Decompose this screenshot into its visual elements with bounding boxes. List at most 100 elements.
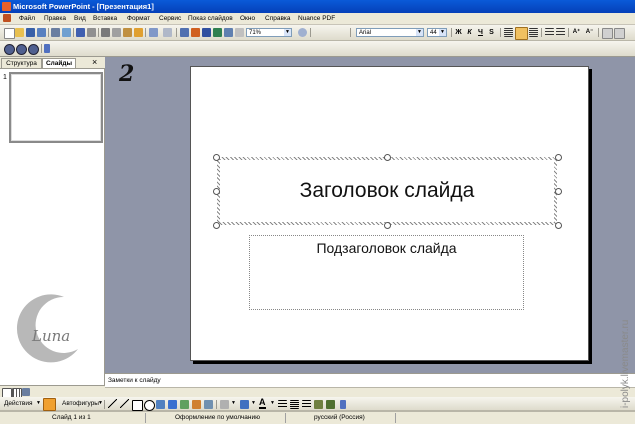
- line-tool-icon[interactable]: [108, 399, 117, 408]
- grid-icon[interactable]: [235, 28, 244, 37]
- select-objects-icon[interactable]: [43, 398, 56, 411]
- menu-help[interactable]: Справка: [265, 15, 291, 22]
- format-painter-icon[interactable]: [134, 28, 143, 37]
- new-icon[interactable]: [4, 28, 15, 39]
- title-placeholder[interactable]: Заголовок слайда: [217, 157, 557, 225]
- slide-thumbnail[interactable]: [9, 72, 103, 143]
- fill-color-icon[interactable]: [220, 400, 229, 409]
- increase-indent-icon[interactable]: [614, 28, 625, 39]
- toolbar-options-icon[interactable]: [340, 400, 346, 409]
- review-next-icon[interactable]: [16, 44, 27, 55]
- redo-icon[interactable]: [163, 28, 172, 37]
- chevron-down-icon: ▼: [439, 29, 446, 36]
- resize-handle[interactable]: [384, 222, 391, 229]
- decrease-font-button[interactable]: A⁻: [585, 28, 594, 37]
- arrow-tool-icon[interactable]: [120, 399, 129, 408]
- autoshapes-menu[interactable]: Автофигуры: [62, 400, 99, 407]
- document-menu-icon[interactable]: [3, 14, 11, 22]
- insert-table-icon[interactable]: [191, 28, 200, 37]
- close-icon[interactable]: ×: [92, 57, 97, 68]
- print-preview-icon[interactable]: [62, 28, 71, 37]
- tab-outline[interactable]: Структура: [1, 58, 42, 68]
- print-icon[interactable]: [51, 28, 60, 37]
- resize-handle[interactable]: [555, 154, 562, 161]
- line-style-icon[interactable]: [278, 400, 287, 409]
- subtitle-placeholder[interactable]: Подзаголовок слайда: [249, 235, 524, 310]
- menu-format[interactable]: Формат: [127, 15, 150, 22]
- align-center-icon[interactable]: [515, 27, 528, 40]
- reviewing-toolbar: [0, 41, 635, 57]
- status-bar: Слайд 1 из 1 Оформление по умолчанию рус…: [0, 411, 635, 424]
- cut-icon[interactable]: [101, 28, 110, 37]
- undo-icon[interactable]: [149, 28, 158, 37]
- diagram-tool-icon[interactable]: [180, 400, 189, 409]
- research-icon[interactable]: [87, 28, 96, 37]
- font-color-icon[interactable]: A: [259, 398, 266, 409]
- open-icon[interactable]: [15, 28, 24, 37]
- paste-icon[interactable]: [123, 28, 132, 37]
- shadow-style-icon[interactable]: [314, 400, 323, 409]
- copy-icon[interactable]: [112, 28, 121, 37]
- review-accept-icon[interactable]: [28, 44, 39, 55]
- bold-button[interactable]: Ж: [454, 28, 463, 37]
- font-name-combo[interactable]: Arial ▼: [356, 28, 424, 37]
- tables-borders-icon[interactable]: [202, 28, 211, 37]
- decrease-indent-icon[interactable]: [602, 28, 613, 39]
- rectangle-tool-icon[interactable]: [132, 400, 143, 411]
- oval-tool-icon[interactable]: [144, 400, 155, 411]
- insert-chart-icon[interactable]: [180, 28, 189, 37]
- toolbar-options-icon[interactable]: [44, 44, 50, 53]
- menu-edit[interactable]: Правка: [44, 15, 66, 22]
- menu-window[interactable]: Окно: [240, 15, 255, 22]
- textbox-tool-icon[interactable]: [156, 400, 165, 409]
- dash-style-icon[interactable]: [290, 400, 299, 409]
- review-back-icon[interactable]: [4, 44, 15, 55]
- shadow-button[interactable]: S: [487, 28, 496, 37]
- resize-handle[interactable]: [213, 222, 220, 229]
- permission-icon[interactable]: [37, 28, 46, 37]
- align-left-icon[interactable]: [504, 28, 513, 37]
- resize-handle[interactable]: [555, 188, 562, 195]
- status-slide-count: Слайд 1 из 1: [52, 414, 91, 421]
- notes-pane[interactable]: Заметки к слайду: [105, 373, 635, 387]
- 3d-style-icon[interactable]: [326, 400, 335, 409]
- notes-placeholder[interactable]: Заметки к слайду: [108, 377, 161, 384]
- italic-button[interactable]: К: [465, 28, 474, 37]
- bullets-icon[interactable]: [556, 28, 565, 37]
- watermark-text: i-polyk.livemaster.ru: [620, 320, 631, 408]
- insert-diagram-icon[interactable]: [224, 28, 233, 37]
- menu-nuance-pdf[interactable]: Nuance PDF: [298, 15, 335, 22]
- actions-menu[interactable]: Действия: [4, 400, 32, 407]
- save-icon[interactable]: [26, 28, 35, 37]
- increase-font-button[interactable]: A⁺: [572, 28, 581, 37]
- tab-slides[interactable]: Слайды: [42, 58, 76, 68]
- clipart-tool-icon[interactable]: [192, 400, 201, 409]
- slide-subtitle[interactable]: Подзаголовок слайда: [250, 240, 523, 256]
- slideshow-icon[interactable]: [22, 388, 30, 396]
- resize-handle[interactable]: [384, 154, 391, 161]
- notes-scrollbar[interactable]: [105, 387, 635, 397]
- slide-canvas[interactable]: Заголовок слайда Подзаголовок слайда: [190, 66, 589, 361]
- menu-insert[interactable]: Вставка: [93, 15, 117, 22]
- numbering-icon[interactable]: [545, 28, 554, 37]
- resize-handle[interactable]: [213, 154, 220, 161]
- menu-slideshow[interactable]: Показ слайдов: [188, 15, 233, 22]
- wordart-tool-icon[interactable]: [168, 400, 177, 409]
- insert-wordart-icon[interactable]: [213, 28, 222, 37]
- menu-file[interactable]: Файл: [19, 15, 35, 22]
- zoom-combo[interactable]: 71% ▼: [246, 28, 292, 37]
- chevron-down-icon: ▼: [231, 400, 236, 406]
- font-size-combo[interactable]: 44 ▼: [427, 28, 447, 37]
- menu-tools[interactable]: Сервис: [159, 15, 181, 22]
- align-right-icon[interactable]: [529, 28, 538, 37]
- underline-button[interactable]: Ч: [476, 28, 485, 37]
- line-color-icon[interactable]: [240, 400, 249, 409]
- picture-tool-icon[interactable]: [204, 400, 213, 409]
- arrow-style-icon[interactable]: [302, 400, 311, 409]
- resize-handle[interactable]: [555, 222, 562, 229]
- menu-view[interactable]: Вид: [74, 15, 86, 22]
- help-icon[interactable]: [298, 28, 307, 37]
- spelling-icon[interactable]: [76, 28, 85, 37]
- resize-handle[interactable]: [213, 188, 220, 195]
- slide-title[interactable]: Заголовок слайда: [220, 160, 554, 222]
